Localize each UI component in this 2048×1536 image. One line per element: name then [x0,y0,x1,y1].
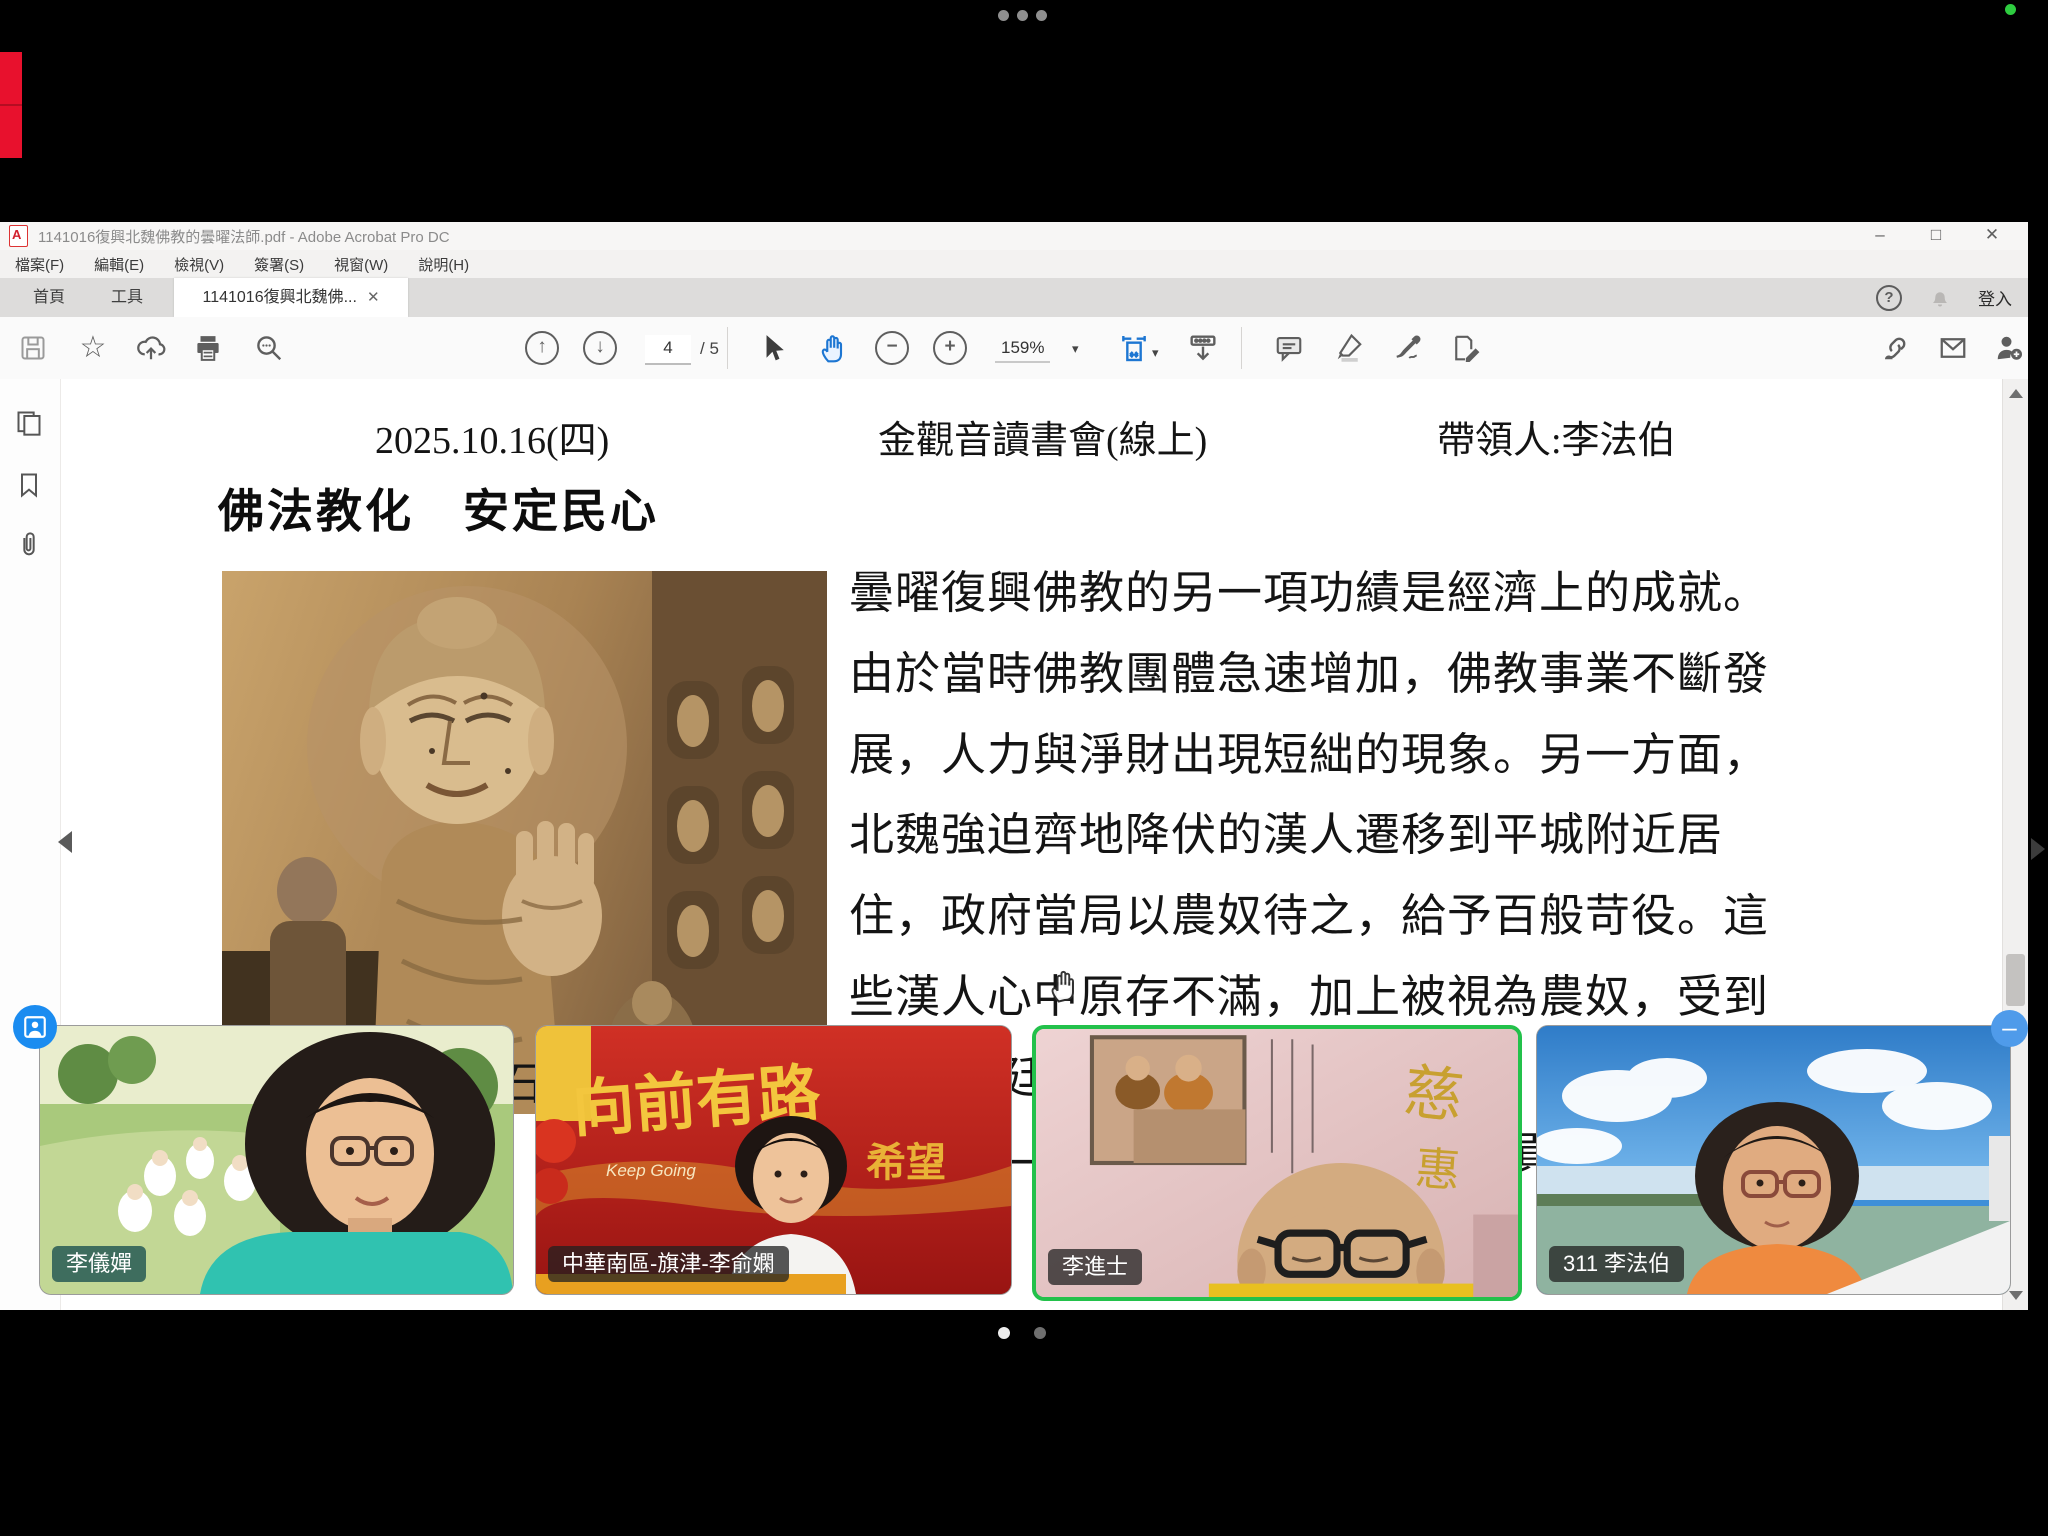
window-title: 1141016復興北魏佛教的曇曜法師.pdf - Adobe Acrobat P… [38,226,450,247]
page-down-icon[interactable]: ↓ [583,331,617,365]
scroll-down-icon[interactable] [2009,1291,2023,1300]
toolbar: ☆ ↑ [0,317,2028,380]
search-icon[interactable] [252,331,286,365]
gallery-pagination-dots[interactable] [998,1327,1046,1339]
participant-name-label: 李儀嬋 [52,1246,146,1282]
red-strip [0,52,22,158]
fit-width-icon[interactable] [1117,331,1151,365]
save-icon[interactable] [16,331,50,365]
participant-name-label: 李進士 [1048,1249,1142,1285]
doc-event-title: 金觀音讀書會(線上) [878,409,1207,464]
doc-body-line: 北魏強迫齊地降伏的漢人遷移到平城附近居 [849,795,1905,876]
menu-bar: 檔案(F) 編輯(E) 檢視(V) 簽署(S) 視窗(W) 說明(H) [0,250,2028,278]
share-link-icon[interactable] [1878,331,1912,365]
star-icon[interactable]: ☆ [76,331,110,365]
toolbar-separator [727,327,728,369]
doc-section-heading: 佛法教化 安定民心 [218,475,659,541]
calligraphy-text: 慈 [1401,1058,1467,1130]
help-icon[interactable]: ? [1876,285,1902,311]
menu-view[interactable]: 檢視(V) [159,254,239,275]
fill-sign-icon[interactable] [1448,331,1482,365]
highlight-icon[interactable] [1332,331,1366,365]
doc-body-line: 展，人力與淨財出現短絀的現象。另一方面， [849,715,1905,796]
participant-name-label: 中華南區-旗津-李俞嫻 [548,1246,789,1282]
bookmarks-icon[interactable] [15,471,45,501]
attachments-paperclip-icon[interactable] [15,531,45,561]
minimize-button[interactable]: – [1852,222,1908,250]
video-tile-participant-2[interactable]: 向前有路 希望 Keep Going 中華南區-旗津-李俞嫻 [535,1025,1012,1295]
zoom-caret-icon[interactable]: ▾ [1072,341,1079,357]
sign-pen-icon[interactable] [1391,331,1425,365]
hand-tool-icon[interactable] [816,331,850,365]
pdf-file-icon [9,225,28,247]
svg-text:希望: 希望 [866,1140,946,1185]
add-person-icon[interactable] [1992,331,2026,365]
comment-icon[interactable] [1272,331,1306,365]
zoom-in-icon[interactable]: + [933,331,967,365]
doc-body-line: 住，政府當局以農奴待之，給予百般苛役。這 [849,876,1905,957]
tab-tools[interactable]: 工具 [92,278,162,317]
email-icon[interactable] [1936,331,1970,365]
reading-mode-icon[interactable] [1186,331,1220,365]
page-number-input[interactable]: 4 [645,335,691,365]
maximize-button[interactable]: □ [1908,222,1964,250]
tab-document-label: 1141016復興北魏佛... [202,278,356,317]
doc-leader: 帶領人:李法伯 [1437,409,1676,464]
next-page-arrow[interactable] [2031,838,2045,860]
screen: 1141016復興北魏佛教的曇曜法師.pdf - Adobe Acrobat P… [0,0,2048,1536]
hand-cursor-icon [1046,965,1082,1005]
pagination-dot-active[interactable] [998,1327,1010,1339]
share-upload-icon[interactable] [134,331,168,365]
scroll-up-icon[interactable] [2009,389,2023,398]
zoom-out-icon[interactable]: − [875,331,909,365]
show-video-panel-button[interactable] [13,1005,57,1049]
page-total-label: / 5 [700,335,719,363]
tab-home[interactable]: 首頁 [14,278,84,317]
svg-text:Keep Going: Keep Going [606,1161,696,1180]
page-up-icon[interactable]: ↑ [525,331,559,365]
doc-body-line: 曇曜復興佛教的另一項功績是經濟上的成就。 [849,553,1905,634]
status-dot [2005,4,2016,15]
title-bar: 1141016復興北魏佛教的曇曜法師.pdf - Adobe Acrobat P… [0,222,2028,251]
fit-caret-icon[interactable]: ▾ [1152,345,1159,361]
toolbar-separator [1241,327,1242,369]
menu-file[interactable]: 檔案(F) [0,254,79,275]
menu-sign[interactable]: 簽署(S) [239,254,319,275]
page-thumbnails-icon[interactable] [15,409,45,439]
previous-page-arrow[interactable] [58,831,72,853]
tab-close-icon[interactable]: ✕ [367,278,380,317]
doc-body-line: 由於當時佛教團體急速增加，佛教事業不斷發 [849,634,1905,715]
zoom-level-select[interactable]: 159% [995,335,1050,363]
scrollbar-thumb[interactable] [2006,954,2025,1006]
participant-name-label: 311 李法伯 [1549,1246,1684,1282]
video-tile-participant-3-active-speaker[interactable]: 慈 惠 李進士 [1032,1025,1522,1301]
notifications-bell-icon[interactable] [1928,286,1952,310]
print-icon[interactable] [191,331,225,365]
menu-edit[interactable]: 編輯(E) [79,254,159,275]
tab-bar: 首頁 工具 1141016復興北魏佛... ✕ ? 登入 [0,278,2028,317]
raised-hand [502,821,602,976]
video-tile-participant-1[interactable]: 李儀嬋 [39,1025,514,1295]
select-cursor-icon[interactable] [756,331,790,365]
pagination-dot[interactable] [1034,1327,1046,1339]
menu-help[interactable]: 說明(H) [403,254,484,275]
window-overlay-dots[interactable] [998,10,1047,21]
video-tile-participant-4[interactable]: 311 李法伯 [1536,1025,2011,1295]
sign-in-button[interactable]: 登入 [1978,285,2018,310]
hide-video-panel-button[interactable]: – [1991,1010,2028,1047]
svg-text:惠: 惠 [1414,1143,1462,1196]
tab-document[interactable]: 1141016復興北魏佛... ✕ [174,278,408,317]
doc-date: 2025.10.16(四) [375,409,609,464]
menu-window[interactable]: 視窗(W) [319,254,403,275]
close-button[interactable]: ✕ [1964,222,2020,250]
